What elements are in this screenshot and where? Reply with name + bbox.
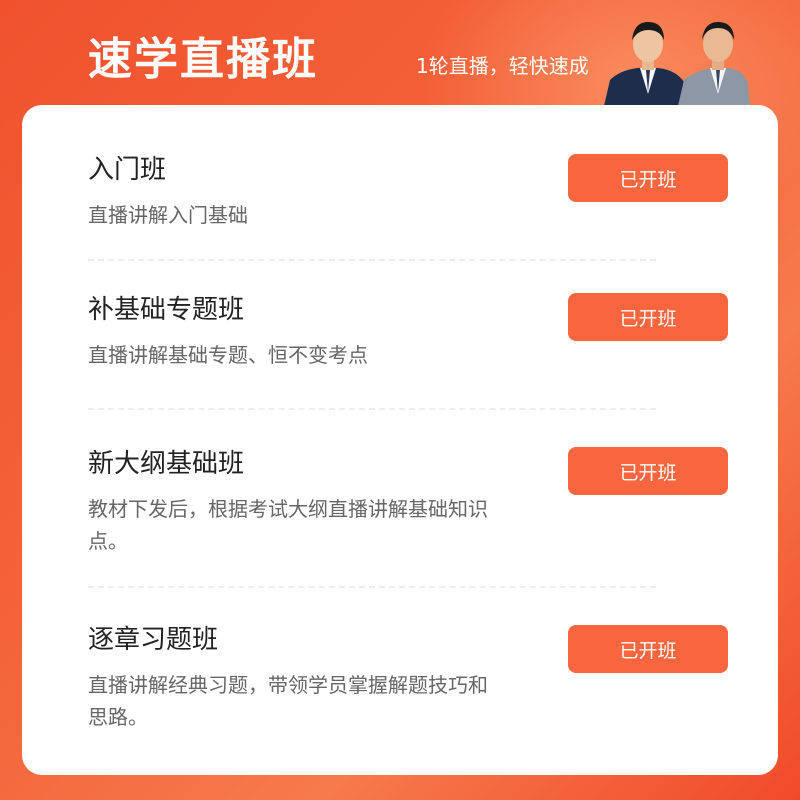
teacher-right-figure [678, 22, 750, 106]
course-name: 新大纲基础班 [88, 449, 245, 479]
course-desc: 直播讲解经典习题，带领学员掌握解题技巧和思路。 [88, 673, 488, 729]
page-title: 速学直播班 [88, 34, 318, 85]
teacher-left-figure [604, 22, 688, 106]
teachers-photo [604, 22, 750, 106]
divider [88, 259, 656, 261]
page: 速学直播班 1轮直播，轻快速成 入门班 直播讲解入门基础 已开班 补基础专题班 … [0, 0, 800, 800]
class-open-button[interactable]: 已开班 [568, 154, 728, 202]
course-card: 入门班 直播讲解入门基础 已开班 补基础专题班 直播讲解基础专题、恒不变考点 已… [22, 105, 778, 775]
course-name: 逐章习题班 [88, 625, 219, 655]
slogan: 1轮直播，轻快速成 [416, 54, 589, 78]
course-desc: 教材下发后，根据考试大纲直播讲解基础知识点。 [88, 497, 488, 553]
course-name: 补基础专题班 [88, 295, 245, 325]
class-open-button[interactable]: 已开班 [568, 625, 728, 673]
class-open-button[interactable]: 已开班 [568, 447, 728, 495]
course-desc: 直播讲解基础专题、恒不变考点 [88, 343, 368, 367]
course-desc: 直播讲解入门基础 [88, 203, 248, 227]
divider [88, 408, 656, 410]
class-open-button[interactable]: 已开班 [568, 293, 728, 341]
divider [88, 586, 656, 588]
course-name: 入门班 [88, 155, 167, 185]
